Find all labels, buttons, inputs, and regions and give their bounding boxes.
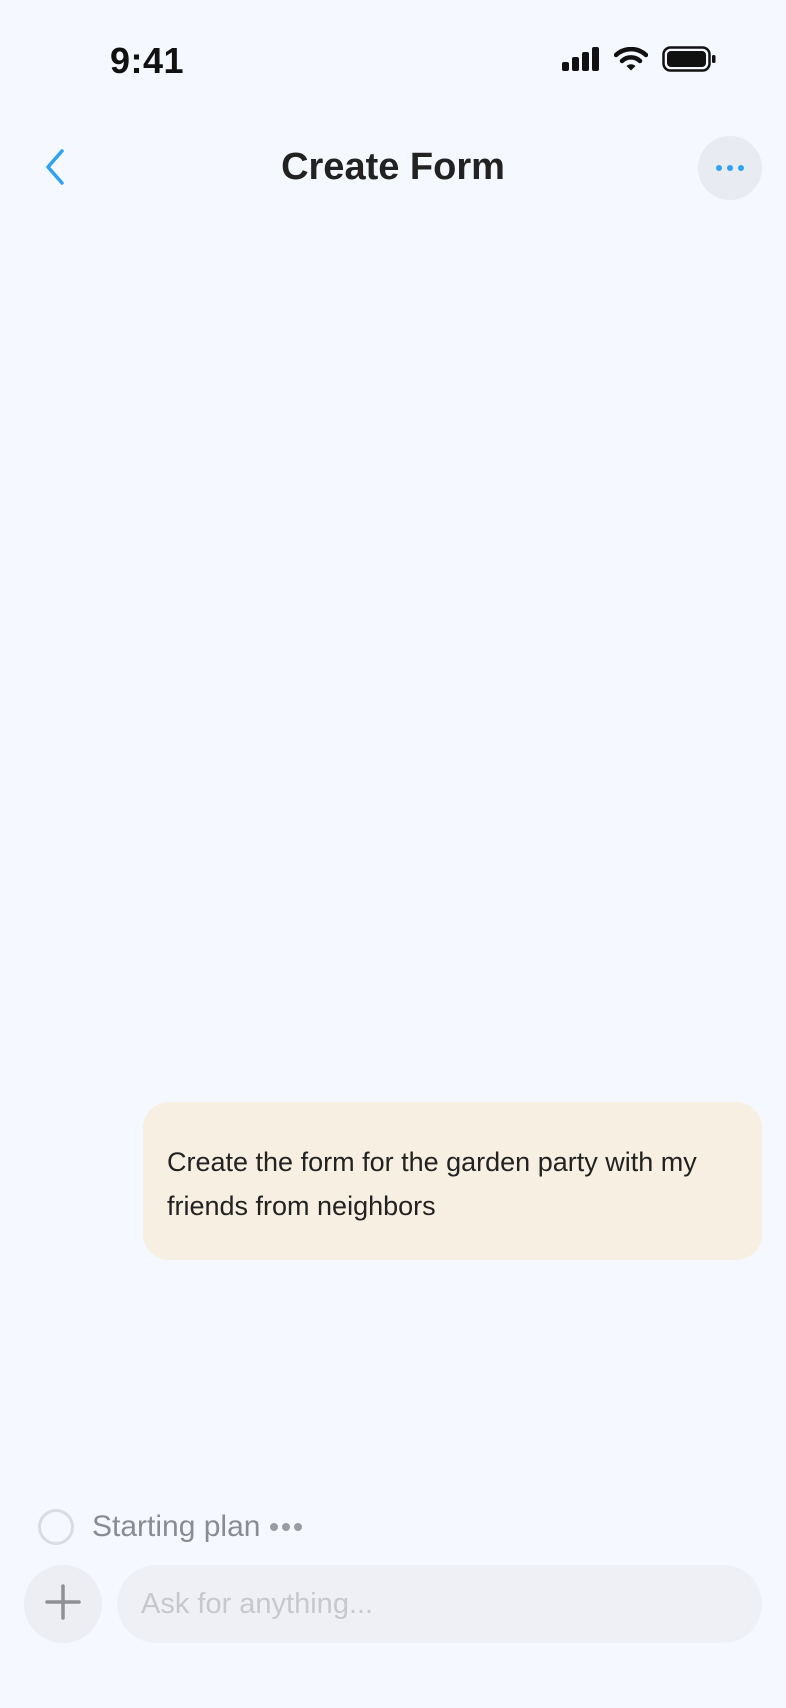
- add-attachment-button[interactable]: [24, 1565, 102, 1643]
- status-icons: [562, 46, 716, 77]
- plan-status-label: Starting plan: [92, 1510, 261, 1543]
- ellipsis-icon: [715, 159, 745, 177]
- plan-status: Starting plan: [38, 1505, 303, 1549]
- user-message-text: Create the form for the garden party wit…: [167, 1147, 697, 1221]
- more-options-button[interactable]: [698, 136, 762, 200]
- battery-icon: [662, 46, 716, 77]
- loading-dots-icon: [270, 1523, 303, 1531]
- page-title: Create Form: [281, 146, 505, 188]
- plan-progress-circle-icon: [38, 1509, 74, 1545]
- user-message-bubble: Create the form for the garden party wit…: [143, 1102, 762, 1260]
- status-time: 9:41: [110, 40, 185, 81]
- status-bar: 9:41: [0, 0, 786, 120]
- header: Create Form: [0, 130, 786, 210]
- wifi-icon: [613, 46, 649, 76]
- chat-input[interactable]: [117, 1565, 762, 1643]
- cellular-signal-icon: [562, 47, 600, 76]
- plus-icon: [45, 1583, 81, 1625]
